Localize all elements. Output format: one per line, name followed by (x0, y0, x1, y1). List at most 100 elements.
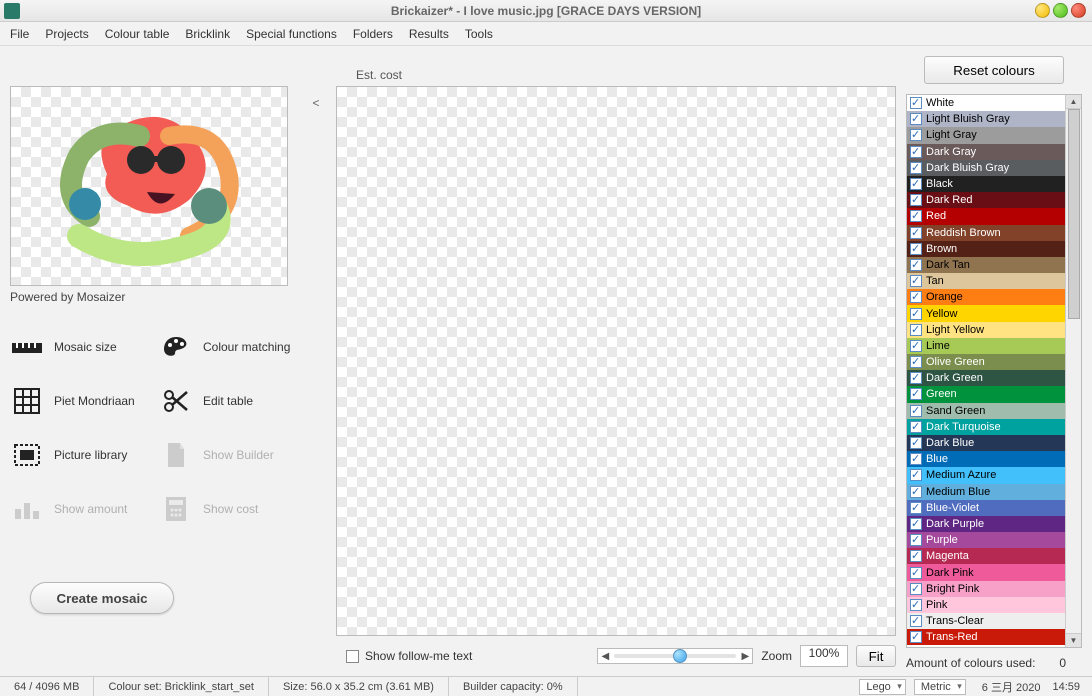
colour-checkbox[interactable] (910, 567, 922, 579)
colour-checkbox[interactable] (910, 372, 922, 384)
colour-row[interactable]: Medium Azure (907, 467, 1065, 483)
colour-checkbox[interactable] (910, 308, 922, 320)
colour-checkbox[interactable] (910, 162, 922, 174)
colour-checkbox[interactable] (910, 518, 922, 530)
menu-special-functions[interactable]: Special functions (240, 24, 343, 44)
colour-checkbox[interactable] (910, 405, 922, 417)
colour-checkbox[interactable] (910, 129, 922, 141)
source-image-thumbnail[interactable] (10, 86, 288, 286)
colour-checkbox[interactable] (910, 631, 922, 643)
colour-checkbox[interactable] (910, 486, 922, 498)
maximize-button[interactable] (1053, 3, 1068, 18)
colour-row[interactable]: Light Gray (907, 127, 1065, 143)
tool-mosaic-size[interactable]: Mosaic size (10, 330, 151, 364)
colour-checkbox[interactable] (910, 615, 922, 627)
colour-row[interactable]: Olive Green (907, 354, 1065, 370)
menu-projects[interactable]: Projects (39, 24, 94, 44)
reset-colours-button[interactable]: Reset colours (924, 56, 1064, 84)
colour-row[interactable]: Lime (907, 338, 1065, 354)
colour-checkbox[interactable] (910, 583, 922, 595)
minimize-button[interactable] (1035, 3, 1050, 18)
colour-checkbox[interactable] (910, 227, 922, 239)
menu-colour-table[interactable]: Colour table (99, 24, 176, 44)
colour-list-scrollbar[interactable]: ▲ ▼ (1065, 95, 1081, 647)
colour-checkbox[interactable] (910, 243, 922, 255)
colour-row[interactable]: Dark Red (907, 192, 1065, 208)
colour-checkbox[interactable] (910, 97, 922, 109)
colour-row[interactable]: Blue-Violet (907, 500, 1065, 516)
colour-checkbox[interactable] (910, 275, 922, 287)
scrollbar-thumb[interactable] (1068, 109, 1080, 319)
colour-row[interactable]: Dark Tan (907, 257, 1065, 273)
tool-edit-table[interactable]: Edit table (159, 384, 300, 418)
units-select[interactable]: Metric (914, 679, 966, 695)
colour-checkbox[interactable] (910, 259, 922, 271)
colour-row[interactable]: Dark Blue (907, 435, 1065, 451)
colour-row[interactable]: Dark Purple (907, 516, 1065, 532)
tool-picture-library[interactable]: Picture library (10, 438, 151, 472)
colour-checkbox[interactable] (910, 599, 922, 611)
colour-row[interactable]: Blue (907, 451, 1065, 467)
colour-row[interactable]: Black (907, 176, 1065, 192)
colour-checkbox[interactable] (910, 324, 922, 336)
colour-row[interactable]: Yellow (907, 305, 1065, 321)
colour-row[interactable]: Dark Gray (907, 144, 1065, 160)
colour-row[interactable]: White (907, 95, 1065, 111)
colour-checkbox[interactable] (910, 437, 922, 449)
colour-checkbox[interactable] (910, 194, 922, 206)
menu-bricklink[interactable]: Bricklink (179, 24, 236, 44)
colour-row[interactable]: Bright Pink (907, 581, 1065, 597)
colour-checkbox[interactable] (910, 356, 922, 368)
collapse-left-panel-arrow[interactable]: < (310, 96, 322, 110)
colour-checkbox[interactable] (910, 534, 922, 546)
tool-colour-matching[interactable]: Colour matching (159, 330, 300, 364)
colour-checkbox[interactable] (910, 469, 922, 481)
fit-button[interactable]: Fit (856, 645, 896, 667)
colour-checkbox[interactable] (910, 388, 922, 400)
colour-row[interactable]: Sand Green (907, 403, 1065, 419)
colour-row[interactable]: Purple (907, 532, 1065, 548)
colour-row[interactable]: Dark Bluish Gray (907, 160, 1065, 176)
colour-row[interactable]: Dark Turquoise (907, 419, 1065, 435)
colour-row[interactable]: Dark Green (907, 370, 1065, 386)
zoom-input[interactable]: 100% (800, 645, 848, 667)
menu-file[interactable]: File (4, 24, 35, 44)
colour-row[interactable]: Tan (907, 273, 1065, 289)
colour-checkbox[interactable] (910, 502, 922, 514)
slider-thumb[interactable] (673, 649, 687, 663)
colour-row[interactable]: Trans-Clear (907, 613, 1065, 629)
colour-checkbox[interactable] (910, 453, 922, 465)
colour-row[interactable]: Medium Blue (907, 484, 1065, 500)
colour-row[interactable]: Brown (907, 241, 1065, 257)
mosaic-canvas[interactable] (336, 86, 896, 636)
menu-results[interactable]: Results (403, 24, 455, 44)
follow-me-checkbox[interactable]: Show follow-me text (346, 649, 472, 663)
colour-row[interactable]: Orange (907, 289, 1065, 305)
colour-checkbox[interactable] (910, 291, 922, 303)
colour-row[interactable]: Light Bluish Gray (907, 111, 1065, 127)
colour-row[interactable]: Reddish Brown (907, 225, 1065, 241)
colour-row[interactable]: Light Yellow (907, 322, 1065, 338)
tool-piet-mondriaan[interactable]: Piet Mondriaan (10, 384, 151, 418)
close-button[interactable] (1071, 3, 1086, 18)
colour-checkbox[interactable] (910, 340, 922, 352)
colour-checkbox[interactable] (910, 146, 922, 158)
colour-checkbox[interactable] (910, 550, 922, 562)
zoom-slider[interactable]: ◀ ▶ (597, 648, 753, 664)
scroll-down-icon[interactable]: ▼ (1066, 633, 1081, 647)
colour-row[interactable]: Trans-Red (907, 629, 1065, 645)
colour-row[interactable]: Dark Pink (907, 564, 1065, 580)
colour-checkbox[interactable] (910, 178, 922, 190)
colour-row[interactable]: Green (907, 386, 1065, 402)
menu-folders[interactable]: Folders (347, 24, 399, 44)
slider-right-arrow-icon[interactable]: ▶ (738, 651, 752, 662)
colour-checkbox[interactable] (910, 210, 922, 222)
colour-row[interactable]: Red (907, 208, 1065, 224)
brand-select[interactable]: Lego (859, 679, 905, 695)
colour-row[interactable]: Magenta (907, 548, 1065, 564)
colour-checkbox[interactable] (910, 113, 922, 125)
menu-tools[interactable]: Tools (459, 24, 499, 44)
slider-left-arrow-icon[interactable]: ◀ (598, 651, 612, 662)
create-mosaic-button[interactable]: Create mosaic (30, 582, 174, 614)
scroll-up-icon[interactable]: ▲ (1066, 95, 1081, 109)
